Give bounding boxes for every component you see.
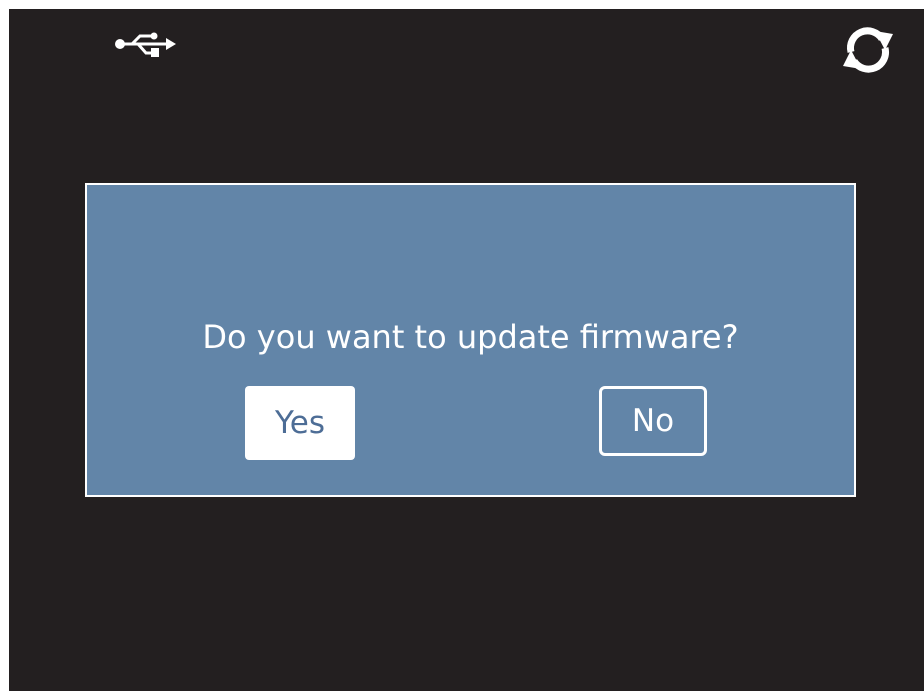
- usb-icon: [115, 32, 176, 57]
- dialog-message: Do you want to update firmware?: [202, 318, 739, 356]
- update-firmware-dialog: Do you want to update firmware? Yes No: [85, 183, 856, 497]
- sync-icon[interactable]: [841, 25, 895, 75]
- no-button[interactable]: No: [599, 386, 707, 456]
- device-screen: Do you want to update firmware? Yes No: [9, 9, 924, 691]
- yes-button[interactable]: Yes: [245, 386, 355, 460]
